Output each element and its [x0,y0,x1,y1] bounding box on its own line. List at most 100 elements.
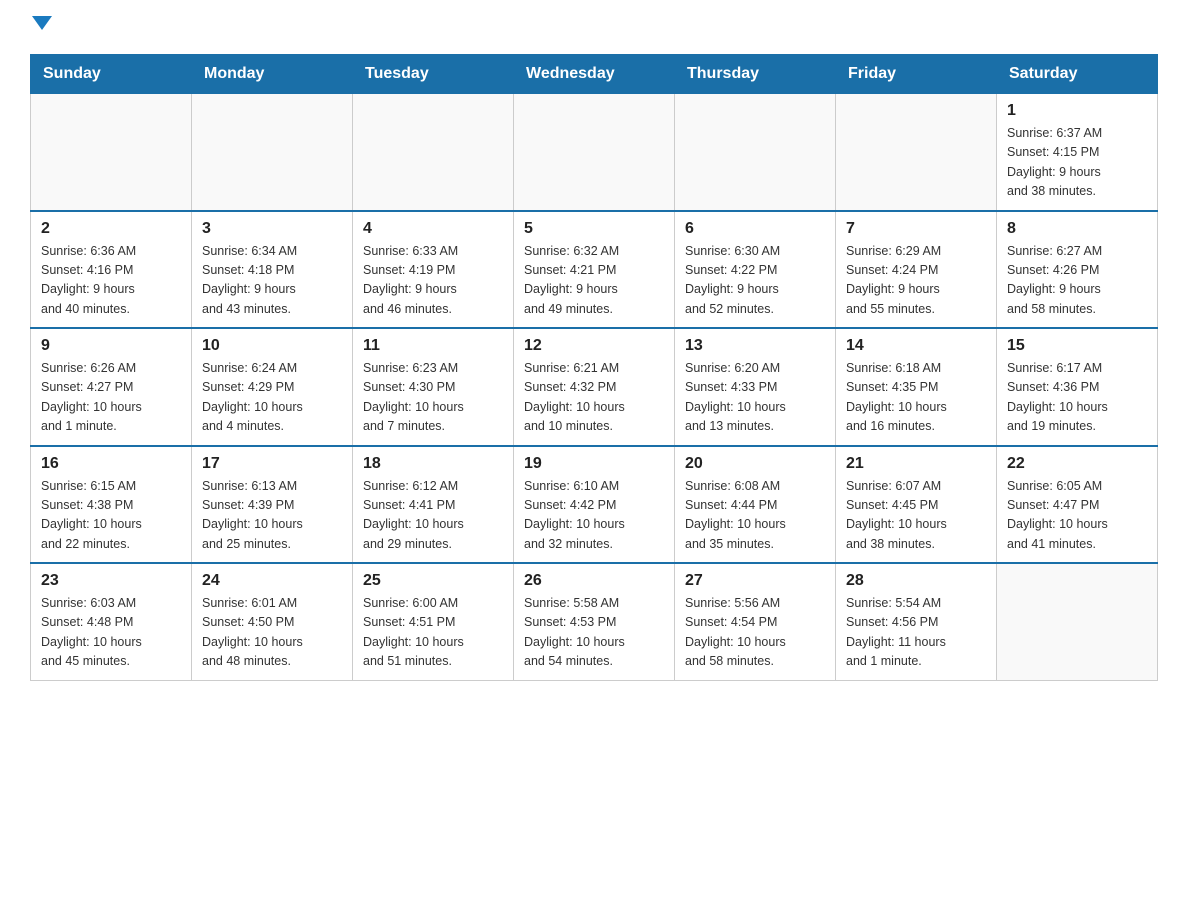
page-header [30,20,1158,34]
col-header-wednesday: Wednesday [514,55,675,94]
day-info: Sunrise: 5:54 AM Sunset: 4:56 PM Dayligh… [846,594,986,672]
day-info: Sunrise: 6:23 AM Sunset: 4:30 PM Dayligh… [363,359,503,437]
day-info: Sunrise: 6:07 AM Sunset: 4:45 PM Dayligh… [846,477,986,555]
col-header-saturday: Saturday [997,55,1158,94]
calendar-cell: 22 Sunrise: 6:05 AM Sunset: 4:47 PM Dayli… [997,446,1158,564]
day-info: Sunrise: 6:13 AM Sunset: 4:39 PM Dayligh… [202,477,342,555]
calendar-cell [836,94,997,211]
calendar-cell: 14 Sunrise: 6:18 AM Sunset: 4:35 PM Dayli… [836,328,997,446]
day-info: Sunrise: 6:20 AM Sunset: 4:33 PM Dayligh… [685,359,825,437]
day-number: 9 [41,337,181,355]
logo [30,20,52,34]
day-number: 28 [846,572,986,590]
day-number: 3 [202,220,342,238]
calendar-cell: 20 Sunrise: 6:08 AM Sunset: 4:44 PM Dayli… [675,446,836,564]
calendar-table: SundayMondayTuesdayWednesdayThursdayFrid… [30,54,1158,681]
day-info: Sunrise: 6:01 AM Sunset: 4:50 PM Dayligh… [202,594,342,672]
day-number: 21 [846,455,986,473]
day-number: 7 [846,220,986,238]
calendar-cell [997,563,1158,680]
day-info: Sunrise: 6:36 AM Sunset: 4:16 PM Dayligh… [41,242,181,320]
logo-triangle-icon [32,16,52,30]
day-info: Sunrise: 6:32 AM Sunset: 4:21 PM Dayligh… [524,242,664,320]
day-number: 14 [846,337,986,355]
day-number: 16 [41,455,181,473]
day-info: Sunrise: 6:33 AM Sunset: 4:19 PM Dayligh… [363,242,503,320]
col-header-thursday: Thursday [675,55,836,94]
day-number: 25 [363,572,503,590]
calendar-cell [31,94,192,211]
calendar-cell: 8 Sunrise: 6:27 AM Sunset: 4:26 PM Daylig… [997,211,1158,329]
day-info: Sunrise: 6:29 AM Sunset: 4:24 PM Dayligh… [846,242,986,320]
day-number: 22 [1007,455,1147,473]
day-number: 24 [202,572,342,590]
calendar-cell: 24 Sunrise: 6:01 AM Sunset: 4:50 PM Dayli… [192,563,353,680]
day-number: 6 [685,220,825,238]
calendar-cell: 1 Sunrise: 6:37 AM Sunset: 4:15 PM Daylig… [997,94,1158,211]
calendar-cell: 12 Sunrise: 6:21 AM Sunset: 4:32 PM Dayli… [514,328,675,446]
day-number: 8 [1007,220,1147,238]
calendar-cell [675,94,836,211]
day-info: Sunrise: 6:17 AM Sunset: 4:36 PM Dayligh… [1007,359,1147,437]
day-number: 12 [524,337,664,355]
day-number: 23 [41,572,181,590]
day-number: 19 [524,455,664,473]
day-number: 20 [685,455,825,473]
calendar-cell: 13 Sunrise: 6:20 AM Sunset: 4:33 PM Dayli… [675,328,836,446]
calendar-cell: 19 Sunrise: 6:10 AM Sunset: 4:42 PM Dayli… [514,446,675,564]
calendar-cell: 23 Sunrise: 6:03 AM Sunset: 4:48 PM Dayli… [31,563,192,680]
day-info: Sunrise: 6:15 AM Sunset: 4:38 PM Dayligh… [41,477,181,555]
calendar-cell: 15 Sunrise: 6:17 AM Sunset: 4:36 PM Dayli… [997,328,1158,446]
day-number: 11 [363,337,503,355]
calendar-cell: 10Sunrise: 6:24 AM Sunset: 4:29 PM Dayli… [192,328,353,446]
day-info: Sunrise: 6:18 AM Sunset: 4:35 PM Dayligh… [846,359,986,437]
calendar-cell: 27 Sunrise: 5:56 AM Sunset: 4:54 PM Dayli… [675,563,836,680]
col-header-sunday: Sunday [31,55,192,94]
calendar-header-row: SundayMondayTuesdayWednesdayThursdayFrid… [31,55,1158,94]
day-info: Sunrise: 6:37 AM Sunset: 4:15 PM Dayligh… [1007,124,1147,202]
day-info: Sunrise: 6:26 AM Sunset: 4:27 PM Dayligh… [41,359,181,437]
calendar-cell: 6 Sunrise: 6:30 AM Sunset: 4:22 PM Daylig… [675,211,836,329]
calendar-cell: 11 Sunrise: 6:23 AM Sunset: 4:30 PM Dayli… [353,328,514,446]
day-info: Sunrise: 6:24 AM Sunset: 4:29 PM Dayligh… [202,359,342,437]
day-info: Sunrise: 5:58 AM Sunset: 4:53 PM Dayligh… [524,594,664,672]
col-header-friday: Friday [836,55,997,94]
calendar-cell [192,94,353,211]
day-info: Sunrise: 6:27 AM Sunset: 4:26 PM Dayligh… [1007,242,1147,320]
day-number: 2 [41,220,181,238]
calendar-cell [514,94,675,211]
day-number: 26 [524,572,664,590]
day-info: Sunrise: 6:21 AM Sunset: 4:32 PM Dayligh… [524,359,664,437]
calendar-cell: 5 Sunrise: 6:32 AM Sunset: 4:21 PM Daylig… [514,211,675,329]
day-number: 27 [685,572,825,590]
calendar-cell: 3 Sunrise: 6:34 AM Sunset: 4:18 PM Daylig… [192,211,353,329]
day-info: Sunrise: 6:10 AM Sunset: 4:42 PM Dayligh… [524,477,664,555]
day-info: Sunrise: 6:05 AM Sunset: 4:47 PM Dayligh… [1007,477,1147,555]
day-number: 5 [524,220,664,238]
calendar-cell: 9 Sunrise: 6:26 AM Sunset: 4:27 PM Daylig… [31,328,192,446]
day-info: Sunrise: 6:34 AM Sunset: 4:18 PM Dayligh… [202,242,342,320]
calendar-cell: 17Sunrise: 6:13 AM Sunset: 4:39 PM Dayli… [192,446,353,564]
calendar-week-row: 23 Sunrise: 6:03 AM Sunset: 4:48 PM Dayli… [31,563,1158,680]
calendar-cell: 21 Sunrise: 6:07 AM Sunset: 4:45 PM Dayli… [836,446,997,564]
calendar-week-row: 2 Sunrise: 6:36 AM Sunset: 4:16 PM Daylig… [31,211,1158,329]
calendar-cell: 26 Sunrise: 5:58 AM Sunset: 4:53 PM Dayli… [514,563,675,680]
day-info: Sunrise: 6:08 AM Sunset: 4:44 PM Dayligh… [685,477,825,555]
day-info: Sunrise: 5:56 AM Sunset: 4:54 PM Dayligh… [685,594,825,672]
day-number: 13 [685,337,825,355]
calendar-cell: 4Sunrise: 6:33 AM Sunset: 4:19 PM Daylig… [353,211,514,329]
calendar-week-row: 16 Sunrise: 6:15 AM Sunset: 4:38 PM Dayli… [31,446,1158,564]
calendar-cell: 28 Sunrise: 5:54 AM Sunset: 4:56 PM Dayli… [836,563,997,680]
day-number: 1 [1007,102,1147,120]
col-header-tuesday: Tuesday [353,55,514,94]
calendar-week-row: 9 Sunrise: 6:26 AM Sunset: 4:27 PM Daylig… [31,328,1158,446]
calendar-cell: 18Sunrise: 6:12 AM Sunset: 4:41 PM Dayli… [353,446,514,564]
calendar-week-row: 1 Sunrise: 6:37 AM Sunset: 4:15 PM Daylig… [31,94,1158,211]
calendar-cell: 25 Sunrise: 6:00 AM Sunset: 4:51 PM Dayli… [353,563,514,680]
col-header-monday: Monday [192,55,353,94]
calendar-cell: 7 Sunrise: 6:29 AM Sunset: 4:24 PM Daylig… [836,211,997,329]
day-number: 15 [1007,337,1147,355]
day-info: Sunrise: 6:03 AM Sunset: 4:48 PM Dayligh… [41,594,181,672]
day-info: Sunrise: 6:00 AM Sunset: 4:51 PM Dayligh… [363,594,503,672]
day-info: Sunrise: 6:30 AM Sunset: 4:22 PM Dayligh… [685,242,825,320]
